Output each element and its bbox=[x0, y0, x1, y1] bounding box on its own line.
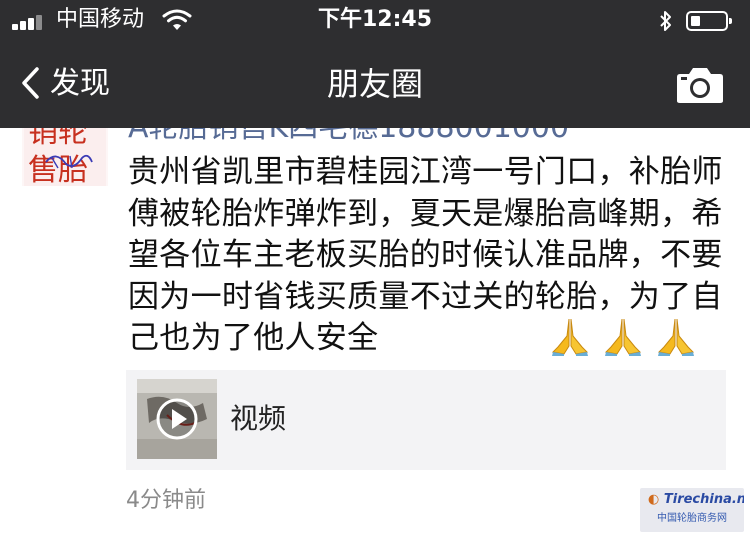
page-title: 朋友圈 bbox=[326, 65, 423, 103]
top-bar: 中国移动 下午12:45 发现 朋友圈 bbox=[0, 0, 750, 128]
shared-item-label: 视频 bbox=[230, 402, 287, 435]
watermark-caption: 中国轮胎商务网 bbox=[657, 513, 727, 524]
folded-hands-icon bbox=[605, 318, 642, 356]
folded-hands-icon bbox=[658, 318, 695, 356]
status-bar: 中国移动 下午12:45 bbox=[0, 0, 750, 40]
battery-icon bbox=[686, 11, 732, 31]
status-time: 下午12:45 bbox=[317, 7, 433, 32]
video-thumbnail bbox=[137, 379, 217, 459]
post-timestamp: 4分钟前 bbox=[126, 488, 206, 513]
watermark: ◐ Tirechina.net 中国轮胎商务网 bbox=[640, 488, 744, 532]
svg-text:售胎: 售胎 bbox=[28, 153, 88, 186]
camera-icon[interactable] bbox=[676, 66, 724, 104]
navigation-bar: 发现 朋友圈 bbox=[0, 40, 750, 128]
folded-hands-icon bbox=[551, 318, 589, 356]
shared-video-card[interactable]: 视频 bbox=[126, 370, 726, 470]
emoji-row bbox=[550, 316, 704, 356]
battery-level bbox=[691, 16, 700, 26]
bluetooth-icon bbox=[660, 11, 671, 31]
play-icon bbox=[156, 398, 198, 440]
watermark-logo: ◐ Tirechina.net bbox=[648, 492, 744, 507]
